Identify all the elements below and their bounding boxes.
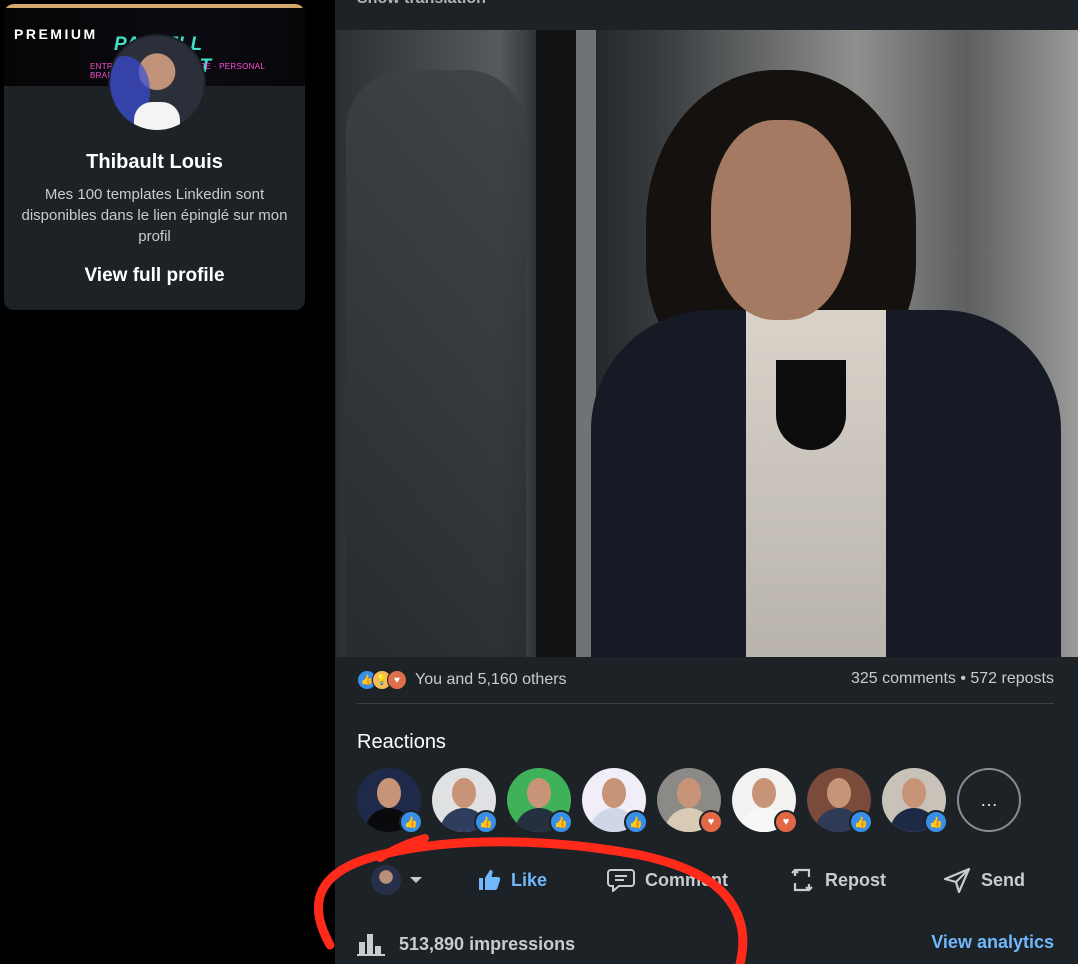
- reactor-avatar[interactable]: 👍: [507, 768, 573, 834]
- send-label: Send: [981, 869, 1026, 890]
- like-button[interactable]: Like: [477, 860, 547, 900]
- comment-icon: [607, 869, 635, 892]
- comments-reposts-count[interactable]: 325 comments • 572 reposts: [851, 670, 1054, 688]
- like-icon: 👍: [849, 810, 873, 834]
- love-icon: ♥: [774, 810, 798, 834]
- reactions-summary: You and 5,160 others: [415, 671, 567, 688]
- repost-button[interactable]: Repost: [789, 860, 886, 900]
- love-icon: ♥: [699, 810, 723, 834]
- like-icon: 👍: [924, 810, 948, 834]
- impressions-count[interactable]: 513,890 impressions: [357, 932, 575, 956]
- profile-avatar[interactable]: [108, 34, 206, 132]
- reactor-avatar[interactable]: ♥: [732, 768, 798, 834]
- like-icon: 👍: [399, 810, 423, 834]
- reactors-list: 👍 👍 👍 👍 ♥ ♥ 👍 👍 …: [357, 768, 1021, 834]
- profile-bio: Mes 100 templates Linkedin sont disponib…: [21, 186, 288, 245]
- like-label: Like: [511, 869, 548, 890]
- send-icon: [943, 867, 971, 893]
- profile-card: PREMIUM PASTELL THIBAULT ENTREPRENEUR · …: [4, 4, 305, 310]
- bar-chart-icon: [357, 934, 385, 956]
- like-icon: 👍: [624, 810, 648, 834]
- comment-label: Comment: [645, 869, 729, 890]
- divider: [357, 703, 1054, 704]
- more-reactors-button[interactable]: …: [957, 768, 1021, 832]
- show-translation-link[interactable]: Show translation: [357, 0, 486, 8]
- avatar: [371, 865, 401, 895]
- view-full-profile-link[interactable]: View full profile: [4, 265, 305, 287]
- love-icon: ♥: [387, 670, 407, 690]
- repost-icon: [791, 868, 813, 892]
- reactor-avatar[interactable]: 👍: [582, 768, 648, 834]
- impressions-label: 513,890 impressions: [399, 933, 576, 954]
- profile-name[interactable]: Thibault Louis: [4, 151, 305, 174]
- repost-label: Repost: [825, 869, 887, 890]
- reactor-avatar[interactable]: 👍: [432, 768, 498, 834]
- like-icon: 👍: [549, 810, 573, 834]
- reactions-heading: Reactions: [357, 731, 446, 753]
- reactor-avatar[interactable]: ♥: [657, 768, 723, 834]
- like-icon: 👍: [474, 810, 498, 834]
- post-actions: Like Comment Repost Send: [357, 860, 1054, 900]
- post-image[interactable]: [336, 30, 1078, 657]
- reactor-avatar[interactable]: 👍: [357, 768, 423, 834]
- social-counts: 👍 💡 ♥ You and 5,160 others 325 comments …: [357, 670, 1054, 692]
- reactor-avatar[interactable]: 👍: [807, 768, 873, 834]
- reactor-avatar[interactable]: 👍: [882, 768, 948, 834]
- comment-button[interactable]: Comment: [607, 860, 728, 900]
- premium-badge: PREMIUM: [14, 26, 98, 42]
- send-button[interactable]: Send: [943, 860, 1025, 900]
- feed-post: Show translation 👍 💡 ♥ You and 5,160 oth…: [335, 0, 1078, 964]
- reaction-icons: 👍 💡 ♥: [357, 670, 407, 690]
- reaction-actor-switcher[interactable]: [371, 860, 433, 900]
- view-analytics-link[interactable]: View analytics: [931, 932, 1054, 953]
- caret-down-icon: [410, 877, 422, 883]
- reactions-count[interactable]: 👍 💡 ♥ You and 5,160 others: [357, 670, 567, 690]
- thumbs-up-icon: [479, 870, 501, 890]
